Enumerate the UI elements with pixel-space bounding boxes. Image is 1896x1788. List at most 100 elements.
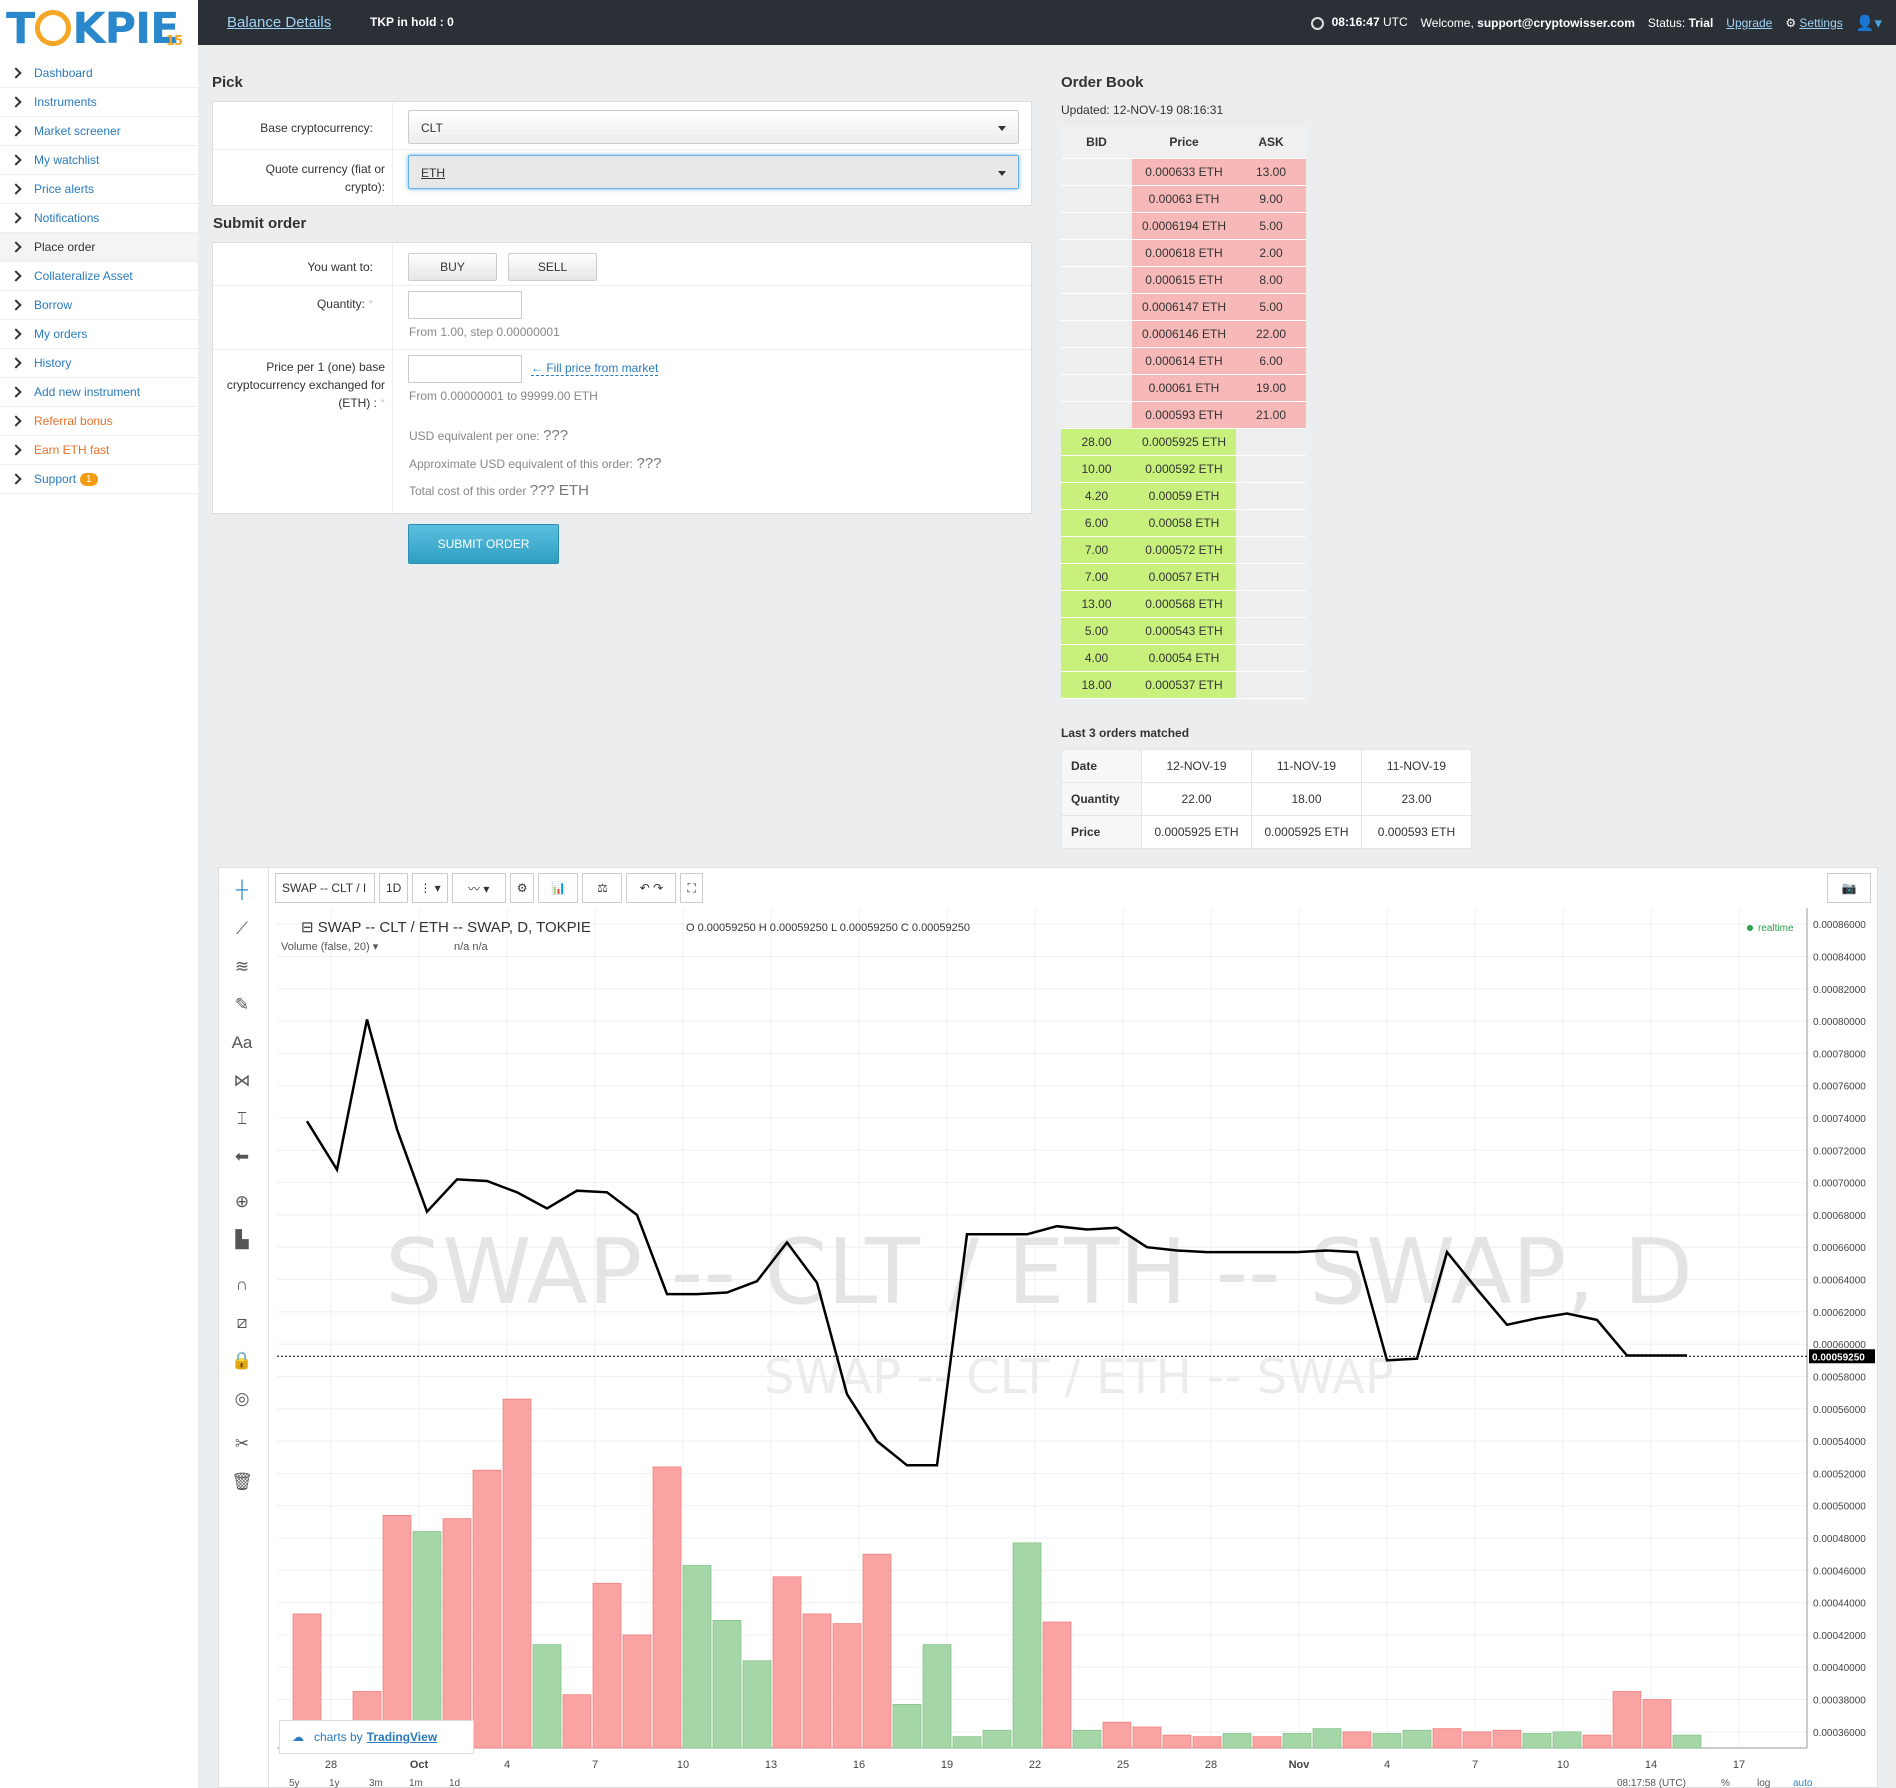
volume-bar [562,1694,592,1749]
x-tick-label: 28 [1205,1759,1217,1771]
ask-row[interactable]: 0.000618 ETH 2.00 [1061,239,1306,267]
chevron-right-icon [10,270,22,282]
bid-row[interactable]: 4.20 0.00059 ETH [1061,482,1306,510]
ask-row[interactable]: 0.000615 ETH 8.00 [1061,266,1306,294]
sidebar-item-label: Instruments [34,95,97,109]
user-menu-icon[interactable]: 👤▾ [1856,14,1882,32]
sidebar-item-dashboard[interactable]: Dashboard [0,59,198,88]
support-badge: 1 [80,472,98,486]
price-chart[interactable]: ┼ ⟋ ≋ ✎ Aa ⋈ ⌶ ⬅ ⊕ ▙ ∩ ⧄ 🔒 ◎ ✂ 🗑 SWAP --… [218,867,1878,1788]
x-tick-label: Nov [1289,1759,1311,1771]
tradingview-icon: ☁ [292,1730,304,1744]
sidebar-item-notifications[interactable]: Notifications [0,204,198,233]
volume-bar [1192,1736,1222,1749]
volume-bar [1012,1542,1042,1749]
y-tick-label: 0.00036000 [1813,1728,1866,1739]
bid-row[interactable]: 13.00 0.000568 ETH [1061,590,1306,618]
sidebar-item-label: Price alerts [34,182,95,196]
y-tick-label: 0.00044000 [1813,1599,1866,1610]
balance-details-link[interactable]: Balance Details [227,14,331,31]
base-select[interactable]: CLT [408,110,1019,144]
quote-select[interactable]: ETH [408,155,1019,189]
fill-price-link[interactable]: ← Fill price from market [531,361,659,376]
ask-row[interactable]: 0.000633 ETH 13.00 [1061,158,1306,186]
base-label: Base cryptocurrency: [260,121,373,135]
sidebar-item-earn-eth-fast[interactable]: Earn ETH fast [0,436,198,465]
sidebar-item-add-new-instrument[interactable]: Add new instrument [0,378,198,407]
watermark: SWAP -- CLT / ETH -- SWAP, D [385,1220,1693,1325]
orderbook-title: Order Book [1061,74,1144,91]
chevron-right-icon [10,415,22,427]
sidebar-item-borrow[interactable]: Borrow [0,291,198,320]
volume-bar [502,1398,532,1749]
volume-bar [712,1620,742,1749]
auto-toggle: auto [1793,1778,1813,1788]
chevron-right-icon [10,96,22,108]
ask-row[interactable]: 0.0006147 ETH 5.00 [1061,293,1306,321]
volume-bar [1552,1731,1582,1749]
bid-row[interactable]: 7.00 0.00057 ETH [1061,563,1306,591]
volume-bar [862,1553,892,1749]
y-tick-label: 0.00078000 [1813,1049,1866,1060]
y-tick-label: 0.00050000 [1813,1502,1866,1513]
bid-row[interactable]: 4.00 0.00054 ETH [1061,644,1306,672]
chevron-right-icon [10,67,22,79]
chart-canvas: 0.00086000 0.00084000 0.00082000 0.00080000… [277,908,1875,1788]
x-tick-label: 7 [1472,1759,1478,1771]
volume-bar [1402,1729,1432,1749]
sidebar-item-support[interactable]: Support 1 [0,465,198,494]
volume-bar [1282,1733,1312,1749]
sidebar-nav: Dashboard Instruments Market screener My wa… [0,59,198,494]
bid-row[interactable]: 6.00 0.00058 ETH [1061,509,1306,537]
x-tick-label: 7 [592,1759,598,1771]
volume-bar [442,1518,472,1749]
bid-row[interactable]: 28.00 0.0005925 ETH [1061,428,1306,456]
submit-order-button[interactable]: SUBMIT ORDER [408,524,559,564]
ask-row[interactable]: 0.000614 ETH 6.00 [1061,347,1306,375]
upgrade-link[interactable]: Upgrade [1726,16,1772,30]
bid-row[interactable]: 7.00 0.000572 ETH [1061,536,1306,564]
y-tick-label: 0.00048000 [1813,1534,1866,1545]
x-tick-label: 19 [941,1759,953,1771]
chevron-right-icon [10,299,22,311]
sidebar-item-my-watchlist[interactable]: My watchlist [0,146,198,175]
price-hint: From 0.00000001 to 99999.00 ETH [409,389,598,403]
volume-bar [652,1466,682,1749]
sidebar-item-referral-bonus[interactable]: Referral bonus [0,407,198,436]
sidebar-item-instruments[interactable]: Instruments [0,88,198,117]
chevron-right-icon [10,386,22,398]
quantity-input[interactable] [408,291,522,319]
bid-row[interactable]: 18.00 0.000537 ETH [1061,671,1306,699]
sidebar-item-market-screener[interactable]: Market screener [0,117,198,146]
y-tick-label: 0.00042000 [1813,1631,1866,1642]
want-label: You want to: [307,260,373,274]
log-toggle: log [1757,1778,1770,1788]
buy-button[interactable]: BUY [408,253,497,281]
bid-row[interactable]: 10.00 0.000592 ETH [1061,455,1306,483]
tradingview-badge[interactable]: ☁ charts by TradingView [279,1720,474,1754]
sidebar-item-place-order[interactable]: Place order [0,233,198,262]
bid-row[interactable]: 5.00 0.000543 ETH [1061,617,1306,645]
sidebar-item-price-alerts[interactable]: Price alerts [0,175,198,204]
ask-row[interactable]: 0.0006194 ETH 5.00 [1061,212,1306,240]
y-tick-label: 0.00062000 [1813,1308,1866,1319]
ask-row[interactable]: 0.00063 ETH 9.00 [1061,185,1306,213]
price-input[interactable] [408,355,522,383]
settings-link[interactable]: ⚙ Settings [1785,16,1842,30]
sidebar-item-collateralize-asset[interactable]: Collateralize Asset [0,262,198,291]
y-tick-label: 0.00058000 [1813,1372,1866,1383]
volume-legend: Volume (false, 20) ▾ [281,941,379,953]
ask-row[interactable]: 0.0006146 ETH 22.00 [1061,320,1306,348]
range-1d: 1d [449,1778,460,1788]
ask-row[interactable]: 0.000593 ETH 21.00 [1061,401,1306,429]
y-tick-label: 0.00086000 [1813,920,1866,931]
volume-bar [1252,1736,1282,1749]
sidebar-item-history[interactable]: History [0,349,198,378]
clock: 08:16:47 UTC [1310,15,1408,30]
tokpie-logo[interactable]: T KPIE 15 [6,4,183,54]
chevron-right-icon [10,125,22,137]
x-tick-label: Oct [410,1759,429,1771]
sidebar-item-my-orders[interactable]: My orders [0,320,198,349]
ask-row[interactable]: 0.00061 ETH 19.00 [1061,374,1306,402]
sell-button[interactable]: SELL [508,253,597,281]
